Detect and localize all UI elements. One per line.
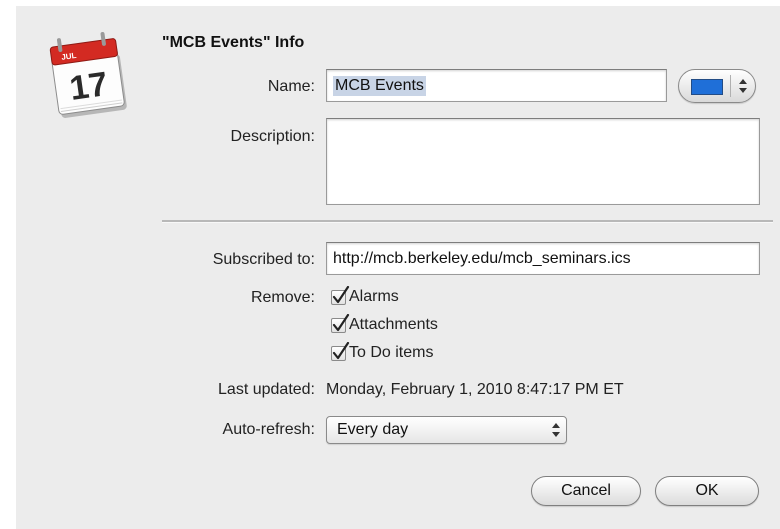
alarms-checkbox-row[interactable]: Alarms (331, 285, 399, 306)
ok-button[interactable]: OK (655, 476, 759, 506)
remove-label: Remove: (250, 289, 315, 306)
alarms-label: Alarms (349, 288, 399, 305)
color-swatch (691, 79, 723, 95)
description-field[interactable] (326, 118, 760, 205)
checkmark-icon (332, 313, 350, 331)
popup-divider (730, 75, 731, 97)
todo-items-label: To Do items (349, 344, 434, 361)
checkmark-icon (332, 341, 350, 359)
attachments-label: Attachments (349, 316, 438, 333)
up-down-arrows-icon (552, 423, 560, 437)
todo-items-checkbox-row[interactable]: To Do items (331, 341, 434, 362)
up-down-arrows-icon (739, 79, 747, 93)
auto-refresh-value: Every day (337, 421, 409, 438)
attachments-checkbox[interactable] (331, 313, 350, 333)
description-label: Description: (230, 128, 315, 145)
dialog-title: "MCB Events" Info (162, 34, 305, 51)
name-label: Name: (267, 78, 315, 95)
name-field[interactable]: MCB Events (326, 69, 667, 102)
cancel-button[interactable]: Cancel (531, 476, 641, 506)
subscribed-to-label: Subscribed to: (212, 251, 315, 268)
alarms-checkbox[interactable] (331, 285, 350, 305)
auto-refresh-label: Auto-refresh: (222, 421, 315, 438)
name-field-value: MCB Events (333, 75, 426, 96)
calendar-app-icon: JUL 17 (48, 28, 134, 120)
checkmark-icon (332, 285, 350, 303)
attachments-checkbox-row[interactable]: Attachments (331, 313, 438, 334)
last-updated-value: Monday, February 1, 2010 8:47:17 PM ET (326, 381, 624, 398)
auto-refresh-select[interactable]: Every day (326, 416, 567, 444)
subscription-url-value: http://mcb.berkeley.edu/mcb_seminars.ics (333, 249, 631, 267)
calendar-icon-day: 17 (67, 65, 110, 108)
last-updated-label: Last updated: (218, 381, 315, 398)
todo-items-checkbox[interactable] (331, 341, 350, 361)
color-popup-button[interactable] (678, 69, 756, 103)
subscription-url-field[interactable]: http://mcb.berkeley.edu/mcb_seminars.ics (326, 242, 760, 275)
section-divider (162, 220, 773, 223)
